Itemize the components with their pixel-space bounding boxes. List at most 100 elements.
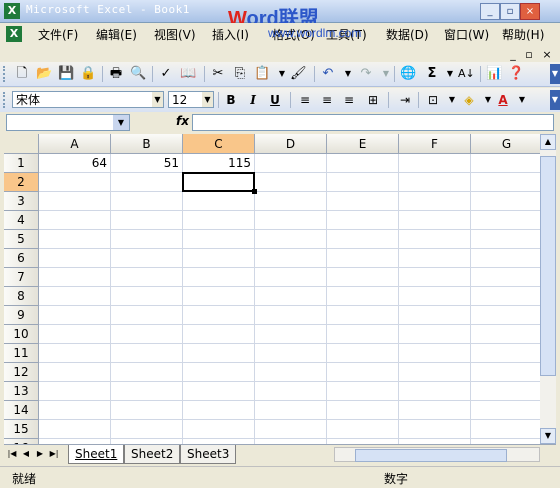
row-header-3[interactable]: 3 [4, 192, 39, 211]
cell-e11[interactable] [327, 344, 399, 363]
borders-icon[interactable]: ⊡ [424, 92, 442, 108]
horizontal-scrollbar[interactable] [334, 447, 540, 462]
bold-button[interactable]: B [222, 92, 240, 108]
menu-window[interactable]: 窗口(W) [444, 26, 489, 43]
chevron-down-icon[interactable]: ▼ [202, 92, 213, 107]
toolbar-grip[interactable] [3, 92, 8, 108]
cell-a14[interactable] [39, 401, 111, 420]
cell-f9[interactable] [399, 306, 471, 325]
cell-g11[interactable] [471, 344, 540, 363]
align-right-icon[interactable]: ≡ [340, 92, 358, 108]
row-header-12[interactable]: 12 [4, 363, 39, 382]
cell-a13[interactable] [39, 382, 111, 401]
cell-d15[interactable] [255, 420, 327, 439]
menu-insert[interactable]: 插入(I) [212, 26, 249, 43]
menu-edit[interactable]: 编辑(E) [96, 26, 137, 43]
cell-e12[interactable] [327, 363, 399, 382]
help-icon[interactable]: ❓ [508, 66, 524, 82]
cell-f15[interactable] [399, 420, 471, 439]
cell-d11[interactable] [255, 344, 327, 363]
cell-d2[interactable] [255, 173, 327, 192]
insert-function-icon[interactable]: fx [176, 114, 189, 128]
cell-a11[interactable] [39, 344, 111, 363]
menu-file[interactable]: 文件(F) [38, 26, 78, 43]
cell-b14[interactable] [111, 401, 183, 420]
excel-app-icon[interactable]: X [4, 3, 20, 19]
doc-minimize-button[interactable]: _ [506, 48, 520, 61]
undo-dropdown-icon[interactable]: ▼ [340, 66, 356, 82]
cell-a10[interactable] [39, 325, 111, 344]
cell-e14[interactable] [327, 401, 399, 420]
cell-g13[interactable] [471, 382, 540, 401]
column-header-c[interactable]: C [183, 134, 255, 154]
paste-dropdown-icon[interactable]: ▼ [274, 66, 290, 82]
formula-input[interactable] [192, 114, 554, 131]
redo-icon[interactable]: ↷ [358, 66, 374, 82]
cell-g6[interactable] [471, 249, 540, 268]
cell-c1[interactable]: 115 [183, 154, 255, 173]
cell-d4[interactable] [255, 211, 327, 230]
column-header-f[interactable]: F [399, 134, 471, 154]
next-sheet-icon[interactable]: ▶ [34, 449, 46, 458]
cell-d14[interactable] [255, 401, 327, 420]
cell-c9[interactable] [183, 306, 255, 325]
cell-b10[interactable] [111, 325, 183, 344]
cell-c11[interactable] [183, 344, 255, 363]
cell-a2[interactable] [39, 173, 111, 192]
column-header-b[interactable]: B [111, 134, 183, 154]
sheet-tab-1[interactable]: Sheet1 [68, 445, 125, 464]
cell-a6[interactable] [39, 249, 111, 268]
cell-d6[interactable] [255, 249, 327, 268]
cell-f1[interactable] [399, 154, 471, 173]
scroll-up-icon[interactable]: ▲ [540, 134, 556, 150]
font-color-icon[interactable]: A [494, 92, 512, 108]
copy-icon[interactable]: ⎘ [232, 66, 248, 82]
row-header-8[interactable]: 8 [4, 287, 39, 306]
cell-c3[interactable] [183, 192, 255, 211]
cell-b11[interactable] [111, 344, 183, 363]
cell-g5[interactable] [471, 230, 540, 249]
paste-icon[interactable]: 📋 [254, 66, 270, 82]
undo-icon[interactable]: ↶ [320, 66, 336, 82]
chevron-down-icon[interactable]: ▼ [152, 92, 163, 107]
horizontal-scroll-thumb[interactable] [355, 449, 507, 462]
cell-f14[interactable] [399, 401, 471, 420]
autosum-icon[interactable]: Σ [424, 66, 440, 82]
cell-a3[interactable] [39, 192, 111, 211]
spelling-icon[interactable]: ✓ [158, 66, 174, 82]
cell-g4[interactable] [471, 211, 540, 230]
sheet-tab-3[interactable]: Sheet3 [180, 445, 237, 464]
row-header-7[interactable]: 7 [4, 268, 39, 287]
worksheet-grid[interactable]: ABCDEFG164511152345678910111213141516 [4, 134, 540, 444]
cell-f12[interactable] [399, 363, 471, 382]
cell-e5[interactable] [327, 230, 399, 249]
cell-d5[interactable] [255, 230, 327, 249]
cell-f8[interactable] [399, 287, 471, 306]
row-header-1[interactable]: 1 [4, 154, 39, 173]
cell-f10[interactable] [399, 325, 471, 344]
cell-e1[interactable] [327, 154, 399, 173]
indent-icon[interactable]: ⇥ [396, 92, 414, 108]
cell-g3[interactable] [471, 192, 540, 211]
cell-f5[interactable] [399, 230, 471, 249]
merge-center-icon[interactable]: ⊞ [364, 92, 382, 108]
cell-e7[interactable] [327, 268, 399, 287]
cell-g10[interactable] [471, 325, 540, 344]
row-header-14[interactable]: 14 [4, 401, 39, 420]
cell-c7[interactable] [183, 268, 255, 287]
menu-view[interactable]: 视图(V) [154, 26, 196, 43]
cell-b2[interactable] [111, 173, 183, 192]
cell-g8[interactable] [471, 287, 540, 306]
cut-icon[interactable]: ✂ [210, 66, 226, 82]
column-header-e[interactable]: E [327, 134, 399, 154]
row-header-2[interactable]: 2 [4, 173, 39, 192]
cell-c8[interactable] [183, 287, 255, 306]
cell-e6[interactable] [327, 249, 399, 268]
underline-button[interactable]: U [266, 92, 284, 108]
scroll-thumb[interactable] [540, 156, 556, 376]
cell-d10[interactable] [255, 325, 327, 344]
workbook-icon[interactable]: X [6, 26, 22, 42]
cell-d13[interactable] [255, 382, 327, 401]
cell-a1[interactable]: 64 [39, 154, 111, 173]
cell-c6[interactable] [183, 249, 255, 268]
